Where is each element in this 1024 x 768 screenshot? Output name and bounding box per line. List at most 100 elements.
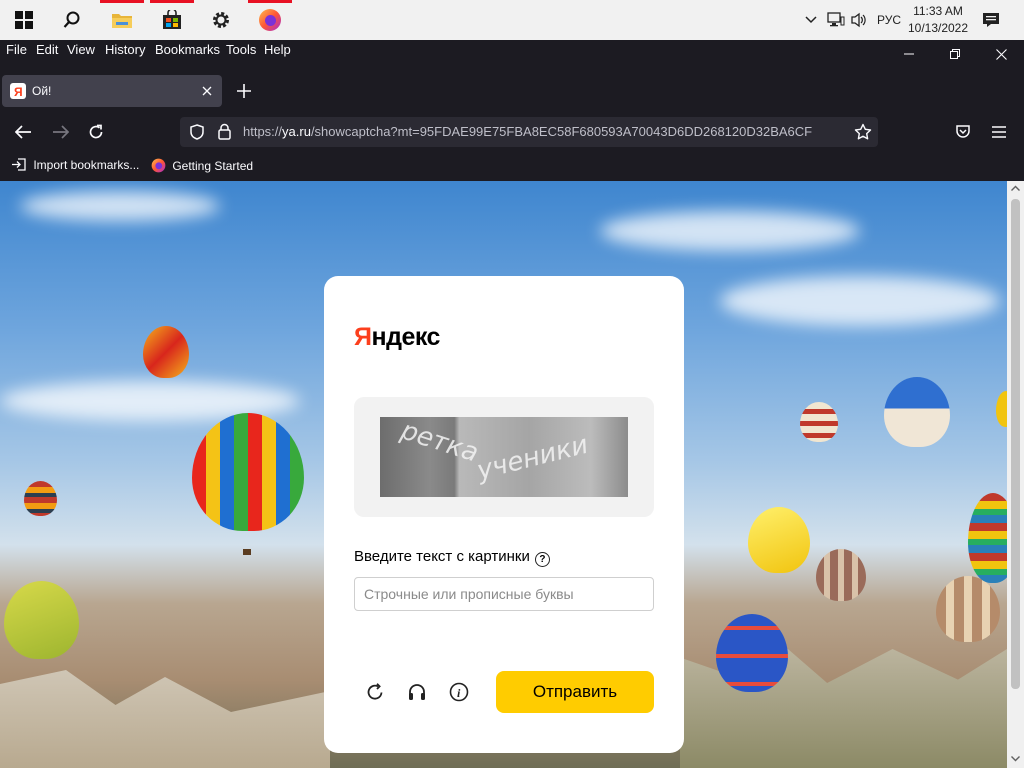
captcha-word: ретка — [397, 417, 482, 469]
yandex-logo: Яндекс — [354, 323, 440, 351]
hot-air-balloon — [748, 507, 810, 573]
tray-network[interactable] — [825, 0, 847, 40]
tab-strip: Я Ой! — [0, 72, 1024, 110]
url-host: ya.ru — [282, 124, 311, 139]
restore-button[interactable] — [932, 40, 978, 68]
yandex-favicon-icon: Я — [10, 83, 26, 99]
tracking-protection-shield-icon[interactable] — [190, 124, 204, 140]
hot-air-balloon — [968, 493, 1007, 583]
menu-view[interactable]: View — [67, 42, 95, 57]
url-text[interactable]: https://ya.ru/showcaptcha?mt=95FDAE99E75… — [243, 124, 846, 139]
tray-language[interactable]: РУС — [872, 0, 906, 40]
windows-start-button[interactable] — [0, 0, 48, 40]
menu-tools[interactable]: Tools — [226, 42, 256, 57]
scrollbar-thumb[interactable] — [1011, 199, 1020, 689]
close-window-button[interactable] — [978, 40, 1024, 68]
lock-icon[interactable] — [218, 123, 231, 140]
background-cloud — [600, 211, 860, 251]
search-icon — [63, 11, 80, 28]
chevron-up-icon — [805, 16, 817, 24]
hot-air-balloon — [800, 402, 838, 442]
bookmark-import[interactable]: Import bookmarks... — [12, 158, 139, 172]
tab-active[interactable]: Я Ой! — [2, 75, 222, 107]
hot-air-balloon — [192, 413, 304, 531]
balloon-basket — [243, 549, 251, 555]
settings-icon — [213, 12, 229, 28]
new-tab-icon[interactable] — [237, 84, 251, 98]
back-icon[interactable] — [15, 125, 31, 139]
minimize-icon — [904, 53, 914, 55]
taskbar-file-explorer[interactable] — [98, 0, 146, 40]
bookmark-star-icon[interactable] — [854, 123, 872, 141]
hot-air-balloon — [936, 576, 1000, 642]
tab-title: Ой! — [32, 84, 52, 98]
tray-overflow-button[interactable] — [801, 0, 821, 40]
page-scrollbar[interactable] — [1007, 181, 1024, 768]
scroll-up-icon[interactable] — [1011, 185, 1020, 191]
pocket-icon[interactable] — [955, 124, 971, 140]
captcha-word: ученики — [474, 429, 592, 487]
close-icon — [995, 48, 1007, 60]
hot-air-balloon — [716, 614, 788, 692]
menu-bar: File Edit View History Bookmarks Tools H… — [0, 40, 1024, 60]
info-icon: i — [449, 682, 469, 702]
bookmark-getting-started[interactable]: Getting Started — [151, 158, 253, 173]
network-icon — [827, 12, 845, 27]
menu-bookmarks[interactable]: Bookmarks — [155, 42, 220, 57]
taskbar-search-button[interactable] — [48, 0, 96, 40]
taskbar-clock[interactable]: 11:33 AM 10/13/2022 — [906, 3, 970, 37]
taskbar-settings[interactable] — [197, 0, 245, 40]
svg-text:Я: Я — [14, 85, 23, 99]
firefox-small-icon — [151, 158, 166, 173]
import-icon — [12, 158, 26, 171]
clock-date: 10/13/2022 — [907, 21, 969, 35]
refresh-captcha-button[interactable] — [363, 680, 387, 704]
menu-help[interactable]: Help — [264, 42, 291, 57]
page-content: Яндекс ретка ученики Введите текст с кар… — [0, 181, 1007, 768]
address-bar[interactable]: https://ya.ru/showcaptcha?mt=95FDAE99E75… — [180, 117, 878, 147]
captcha-prompt-text: Введите текст с картинки — [354, 548, 530, 565]
volume-icon — [851, 12, 866, 28]
taskbar-firefox[interactable] — [246, 0, 294, 40]
menu-file[interactable]: File — [6, 42, 27, 57]
tray-volume[interactable] — [848, 0, 870, 40]
bookmarks-toolbar: Import bookmarks... Getting Started — [0, 153, 1024, 179]
help-icon[interactable]: ? — [534, 552, 550, 567]
forward-icon[interactable] — [53, 125, 69, 139]
svg-text:i: i — [457, 686, 461, 700]
audio-captcha-button[interactable] — [405, 680, 429, 704]
file-explorer-icon — [112, 14, 132, 28]
captcha-prompt: Введите текст с картинки? — [354, 548, 550, 567]
restore-icon — [950, 49, 960, 59]
menu-history[interactable]: History — [105, 42, 145, 57]
menu-edit[interactable]: Edit — [36, 42, 58, 57]
hamburger-menu-icon[interactable] — [992, 126, 1006, 138]
windows-start-icon — [15, 11, 33, 29]
background-cloud — [720, 276, 1000, 326]
refresh-icon — [367, 683, 383, 700]
scroll-down-icon[interactable] — [1011, 756, 1020, 762]
captcha-image-container: ретка ученики — [354, 397, 654, 517]
hot-air-balloon — [143, 326, 189, 378]
captcha-info-button[interactable]: i — [447, 680, 471, 704]
captcha-answer-input[interactable] — [354, 577, 654, 611]
firefox-icon — [259, 9, 281, 31]
tab-close-icon[interactable] — [202, 86, 212, 96]
bookmark-import-label: Import bookmarks... — [33, 158, 140, 172]
url-scheme: https:// — [243, 124, 283, 139]
hot-air-balloon — [884, 377, 950, 447]
taskbar-microsoft-store[interactable] — [148, 0, 196, 40]
hot-air-balloon — [24, 481, 57, 516]
captcha-image: ретка ученики — [380, 417, 628, 497]
reload-icon[interactable] — [88, 124, 104, 140]
language-indicator: РУС — [876, 13, 902, 27]
notifications-icon — [983, 13, 999, 27]
minimize-button[interactable] — [886, 40, 932, 68]
tray-notifications[interactable] — [978, 0, 1004, 40]
hot-air-balloon — [816, 549, 866, 601]
navigation-toolbar: https://ya.ru/showcaptcha?mt=95FDAE99E75… — [0, 112, 1024, 152]
submit-button[interactable]: Отправить — [496, 671, 654, 713]
clock-time: 11:33 AM — [913, 4, 963, 18]
url-path: /showcaptcha?mt=95FDAE99E75FBA8EC58F6805… — [310, 124, 813, 139]
microsoft-store-icon — [163, 10, 181, 29]
